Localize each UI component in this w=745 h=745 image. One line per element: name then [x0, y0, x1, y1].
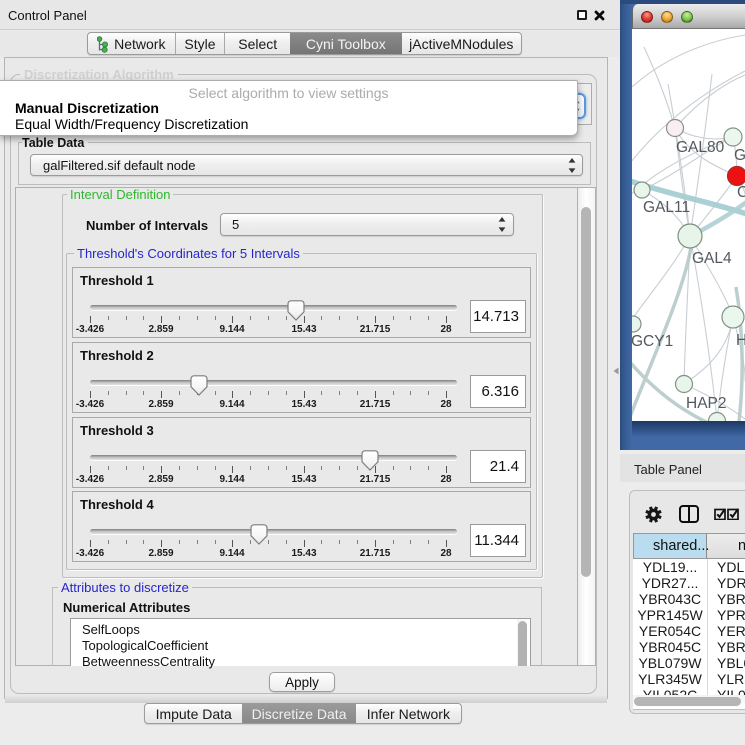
svg-text:HAP2: HAP2 [686, 395, 727, 412]
svg-text:GCY1: GCY1 [632, 333, 673, 350]
svg-text:H: H [736, 332, 745, 349]
svg-text:GA: GA [734, 147, 745, 164]
svg-text:C: C [737, 184, 745, 201]
svg-text:GAL4: GAL4 [692, 250, 732, 267]
svg-text:GAL80: GAL80 [676, 139, 725, 156]
svg-text:GAL11: GAL11 [643, 199, 690, 216]
